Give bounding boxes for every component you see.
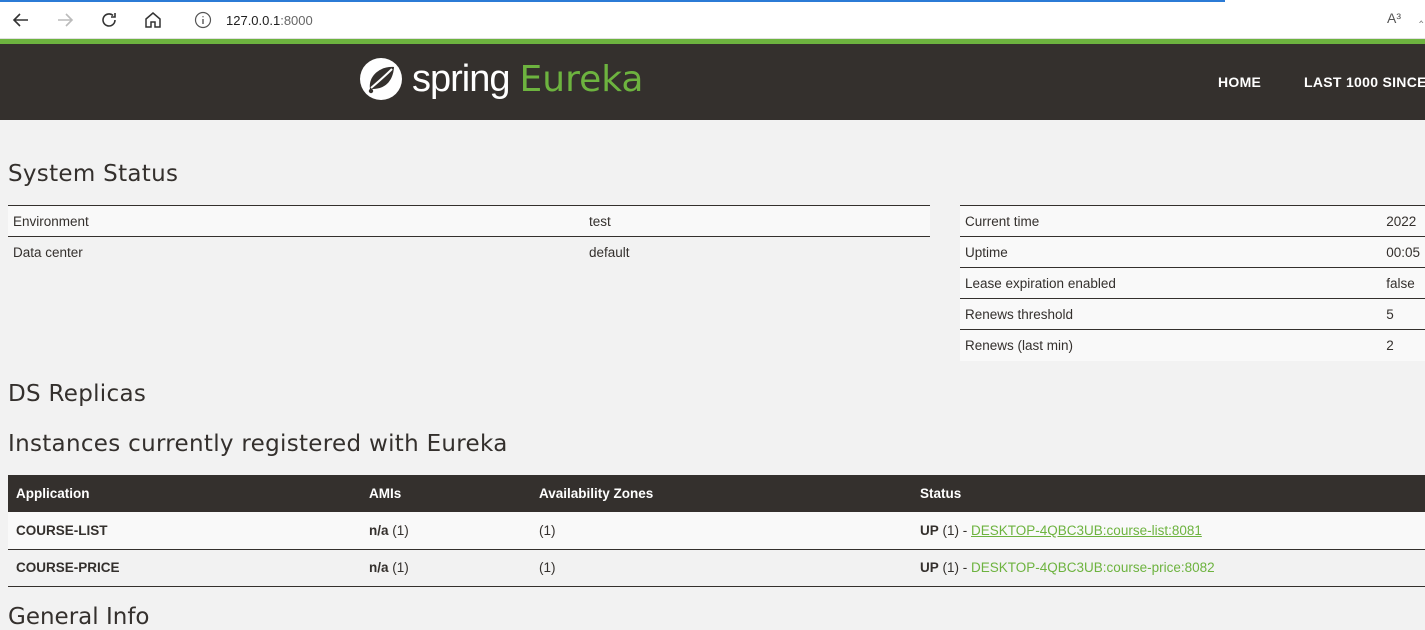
logo-spring-text: spring: [412, 57, 510, 100]
table-row: Environment test: [8, 205, 930, 237]
env-value: test: [584, 205, 930, 237]
nav-home-link[interactable]: HOME: [1218, 74, 1261, 90]
col-status: Status: [912, 475, 1425, 512]
status-cell: UP (1) - DESKTOP-4QBC3UB:course-list:808…: [912, 512, 1425, 550]
table-row: COURSE-LIST n/a (1) (1) UP (1) - DESKTOP…: [8, 512, 1425, 550]
col-availability-zones: Availability Zones: [531, 475, 912, 512]
uptime-label: Uptime: [960, 236, 1382, 268]
forward-arrow-icon: [58, 13, 74, 27]
ami-value: n/a: [369, 560, 389, 575]
status-value: UP: [920, 560, 939, 575]
forward-button[interactable]: [52, 7, 78, 33]
lease-expiration-label: Lease expiration enabled: [960, 267, 1382, 299]
read-aloud-icon[interactable]: A³: [1387, 10, 1401, 26]
current-time-value: 2022: [1381, 205, 1425, 237]
url-text[interactable]: 127.0.0.1:8000: [226, 13, 313, 28]
table-row: COURSE-PRICE n/a (1) (1) UP (1) - DESKTO…: [8, 549, 1425, 587]
instance-link[interactable]: DESKTOP-4QBC3UB:course-list:8081: [971, 523, 1202, 538]
site-info-icon[interactable]: [194, 11, 212, 29]
app-name: COURSE-PRICE: [8, 549, 361, 587]
uptime-value: 00:05: [1381, 236, 1425, 268]
system-status-heading: System Status: [8, 161, 179, 187]
ami-cell: n/a (1): [361, 549, 531, 587]
spring-leaf-icon: [360, 58, 402, 100]
renews-last-min-value: 2: [1381, 329, 1425, 361]
ami-count: (1): [388, 522, 409, 538]
ds-replicas-heading: DS Replicas: [8, 381, 147, 407]
table-row: Renews (last min) 2: [960, 329, 1425, 361]
zones-cell: (1): [531, 549, 912, 587]
env-label: Environment: [8, 205, 584, 237]
app-name: COURSE-LIST: [8, 512, 361, 550]
address-bar[interactable]: 127.0.0.1:8000 A³ ‸: [182, 5, 1425, 35]
url-port: :8000: [280, 13, 313, 28]
table-row: Current time 2022: [960, 205, 1425, 237]
table-row: Lease expiration enabled false: [960, 267, 1425, 299]
status-value: UP: [920, 522, 939, 538]
general-info-heading: General Info: [8, 604, 150, 630]
system-status-right-table: Current time 2022 Uptime 00:05 Lease exp…: [960, 205, 1425, 361]
home-button[interactable]: [140, 7, 166, 33]
instances-table: Application AMIs Availability Zones Stat…: [8, 475, 1425, 587]
datacenter-label: Data center: [8, 236, 584, 268]
spring-eureka-logo[interactable]: spring Eureka: [358, 56, 644, 102]
renews-threshold-label: Renews threshold: [960, 298, 1382, 330]
current-time-label: Current time: [960, 205, 1382, 237]
status-count: (1) -: [938, 522, 972, 538]
table-row: Data center default: [8, 236, 930, 268]
instance-link[interactable]: DESKTOP-4QBC3UB:course-price:8082: [971, 560, 1215, 575]
logo-eureka-text: Eureka: [519, 58, 644, 100]
datacenter-value: default: [584, 236, 930, 268]
status-cell: UP (1) - DESKTOP-4QBC3UB:course-price:80…: [912, 549, 1425, 587]
back-button[interactable]: [8, 7, 34, 33]
table-header-row: Application AMIs Availability Zones Stat…: [8, 475, 1425, 512]
instances-heading: Instances currently registered with Eure…: [8, 431, 508, 457]
renews-last-min-label: Renews (last min): [960, 329, 1382, 361]
table-row: Renews threshold 5: [960, 298, 1425, 330]
more-chevron-icon[interactable]: ‸: [1419, 8, 1423, 24]
col-amis: AMIs: [361, 475, 531, 512]
page-load-progress: [0, 0, 1225, 2]
reload-icon: [102, 13, 116, 27]
renews-threshold-value: 5: [1381, 298, 1425, 330]
lease-expiration-value: false: [1381, 267, 1425, 299]
reload-button[interactable]: [96, 7, 122, 33]
table-row: Uptime 00:05: [960, 236, 1425, 268]
back-arrow-icon: [12, 13, 28, 27]
nav-last-1000-link[interactable]: LAST 1000 SINCE: [1304, 74, 1425, 90]
ami-count: (1): [388, 560, 409, 575]
zones-cell: (1): [531, 512, 912, 550]
status-count: (1) -: [938, 560, 972, 575]
system-status-left-table: Environment test Data center default: [8, 205, 930, 268]
col-application: Application: [8, 475, 361, 512]
url-host: 127.0.0.1: [226, 13, 281, 28]
home-icon: [145, 12, 161, 28]
ami-value: n/a: [369, 522, 389, 538]
browser-toolbar: 127.0.0.1:8000 A³ ‸: [0, 0, 1425, 39]
navbar: spring Eureka HOME LAST 1000 SINCE: [0, 44, 1425, 120]
ami-cell: n/a (1): [361, 512, 531, 550]
